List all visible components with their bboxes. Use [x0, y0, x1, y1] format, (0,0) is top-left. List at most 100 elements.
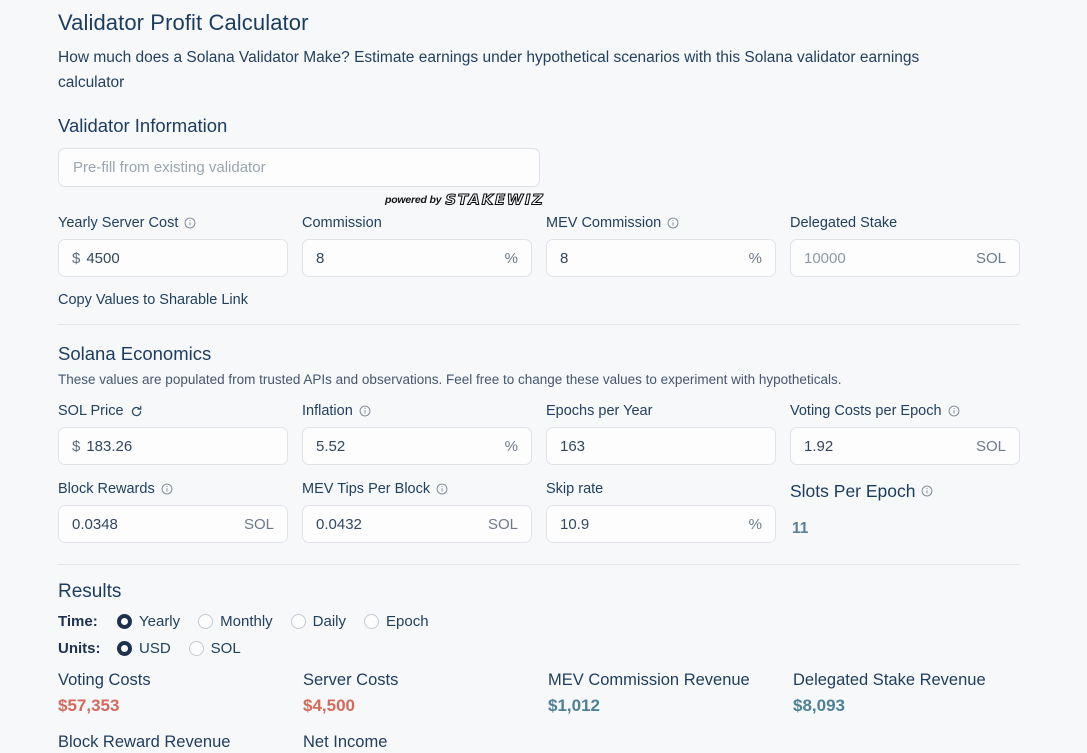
results-grid: Voting Costs$57,353Server Costs$4,500MEV…: [58, 669, 1020, 753]
input-shell[interactable]: SOL: [58, 505, 288, 543]
field-commission: Commission%: [302, 213, 532, 277]
results-heading: Results: [58, 579, 1035, 605]
field-skip-rate: Skip rate%: [546, 479, 776, 548]
input-value[interactable]: [86, 250, 274, 267]
field-label-text: Block Rewards: [58, 479, 155, 499]
page-title: Validator Profit Calculator: [58, 8, 1035, 38]
input-value[interactable]: [72, 516, 238, 533]
input-value[interactable]: [316, 438, 499, 455]
input-suffix: %: [505, 250, 518, 267]
result-item: Server Costs$4,500: [303, 669, 548, 717]
radio-units-usd[interactable]: USD: [117, 639, 171, 659]
input-prefix: $: [72, 250, 80, 267]
info-icon[interactable]: [184, 217, 196, 229]
result-item: Net Income$42,560.10: [303, 731, 548, 753]
input-value[interactable]: [86, 438, 274, 455]
time-group-label: Time:: [58, 613, 117, 630]
input-prefix: $: [72, 438, 80, 455]
radio-units-sol[interactable]: SOL: [189, 639, 241, 659]
input-shell[interactable]: SOL: [790, 239, 1020, 277]
result-item: Voting Costs$57,353: [58, 669, 303, 717]
input-value[interactable]: [316, 250, 499, 267]
field-label: Commission: [302, 213, 532, 233]
input-shell[interactable]: %: [546, 505, 776, 543]
field-yearly-server-cost: Yearly Server Cost $: [58, 213, 288, 277]
refresh-icon[interactable]: [130, 405, 143, 418]
prefill-validator-input[interactable]: [58, 148, 540, 187]
field-label-text: Delegated Stake: [790, 213, 897, 233]
radio-label: Yearly: [139, 612, 180, 632]
result-label: Server Costs: [303, 669, 548, 692]
radio-time-epoch[interactable]: Epoch: [364, 612, 429, 632]
radio-button[interactable]: [291, 614, 306, 629]
input-value[interactable]: [560, 516, 743, 533]
input-value[interactable]: [560, 438, 762, 455]
input-shell[interactable]: %: [546, 239, 776, 277]
input-shell[interactable]: $: [58, 239, 288, 277]
result-value: $1,012: [548, 694, 793, 717]
radio-time-daily[interactable]: Daily: [291, 612, 346, 632]
powered-by-stakewiz: powered by STAKEWIZ: [385, 192, 545, 208]
input-value[interactable]: [804, 250, 970, 267]
field-label: Slots Per Epoch: [790, 479, 1020, 503]
result-value: $8,093: [793, 694, 1038, 717]
field-block-rewards: Block Rewards SOL: [58, 479, 288, 548]
radio-button[interactable]: [364, 614, 379, 629]
radio-label: Epoch: [386, 612, 429, 632]
input-shell[interactable]: %: [302, 427, 532, 465]
field-label: Yearly Server Cost: [58, 213, 288, 233]
input-shell[interactable]: SOL: [790, 427, 1020, 465]
radio-label: Daily: [313, 612, 346, 632]
radio-time-yearly[interactable]: Yearly: [117, 612, 180, 632]
validator-profit-calculator-page: Validator Profit Calculator How much doe…: [0, 0, 1087, 753]
info-icon[interactable]: [948, 405, 960, 417]
field-label-text: Slots Per Epoch: [790, 479, 915, 503]
info-icon[interactable]: [921, 485, 933, 497]
result-label: Net Income: [303, 731, 548, 753]
validator-information-heading: Validator Information: [58, 113, 1035, 139]
input-value[interactable]: [560, 250, 743, 267]
field-label: Block Rewards: [58, 479, 288, 499]
input-value[interactable]: [804, 438, 970, 455]
input-suffix: SOL: [488, 516, 518, 533]
result-label: Voting Costs: [58, 669, 303, 692]
field-label: Skip rate: [546, 479, 776, 499]
result-value: $57,353: [58, 694, 303, 717]
result-item: Delegated Stake Revenue$8,093: [793, 669, 1038, 717]
info-icon[interactable]: [359, 405, 371, 417]
radio-button[interactable]: [189, 641, 204, 656]
units-radio-group: Units: USDSOL: [58, 638, 1035, 659]
field-slots-per-epoch: Slots Per Epoch 11: [790, 479, 1020, 548]
field-sol-price: SOL Price $: [58, 401, 288, 465]
info-icon[interactable]: [436, 483, 448, 495]
input-shell[interactable]: $: [58, 427, 288, 465]
input-suffix: SOL: [976, 438, 1006, 455]
field-mev-commission: MEV Commission%: [546, 213, 776, 277]
field-label-text: Commission: [302, 213, 382, 233]
info-icon[interactable]: [161, 483, 173, 495]
radio-button[interactable]: [117, 641, 132, 656]
validator-fields-grid: Yearly Server Cost$Commission%MEV Commis…: [58, 213, 1020, 291]
field-label: MEV Commission: [546, 213, 776, 233]
field-voting-costs-per-epoch: Voting Costs per Epoch SOL: [790, 401, 1020, 465]
input-suffix: SOL: [244, 516, 274, 533]
radio-label: Monthly: [220, 612, 273, 632]
input-suffix: %: [505, 438, 518, 455]
field-label-text: Voting Costs per Epoch: [790, 401, 942, 421]
copy-sharable-link-button[interactable]: Copy Values to Sharable Link: [58, 290, 248, 310]
field-epochs-per-year: Epochs per Year: [546, 401, 776, 465]
input-shell[interactable]: %: [302, 239, 532, 277]
divider-economics: [58, 324, 1020, 325]
result-item: Block Reward Revenue$10,188: [58, 731, 303, 753]
field-label: SOL Price: [58, 401, 288, 421]
radio-time-monthly[interactable]: Monthly: [198, 612, 273, 632]
field-label: Voting Costs per Epoch: [790, 401, 1020, 421]
input-shell[interactable]: [546, 427, 776, 465]
input-value[interactable]: [316, 516, 482, 533]
slots-per-epoch-value: 11: [790, 510, 1020, 548]
info-icon[interactable]: [667, 217, 679, 229]
radio-button[interactable]: [117, 614, 132, 629]
page-description: How much does a Solana Validator Make? E…: [58, 45, 958, 95]
input-shell[interactable]: SOL: [302, 505, 532, 543]
radio-button[interactable]: [198, 614, 213, 629]
